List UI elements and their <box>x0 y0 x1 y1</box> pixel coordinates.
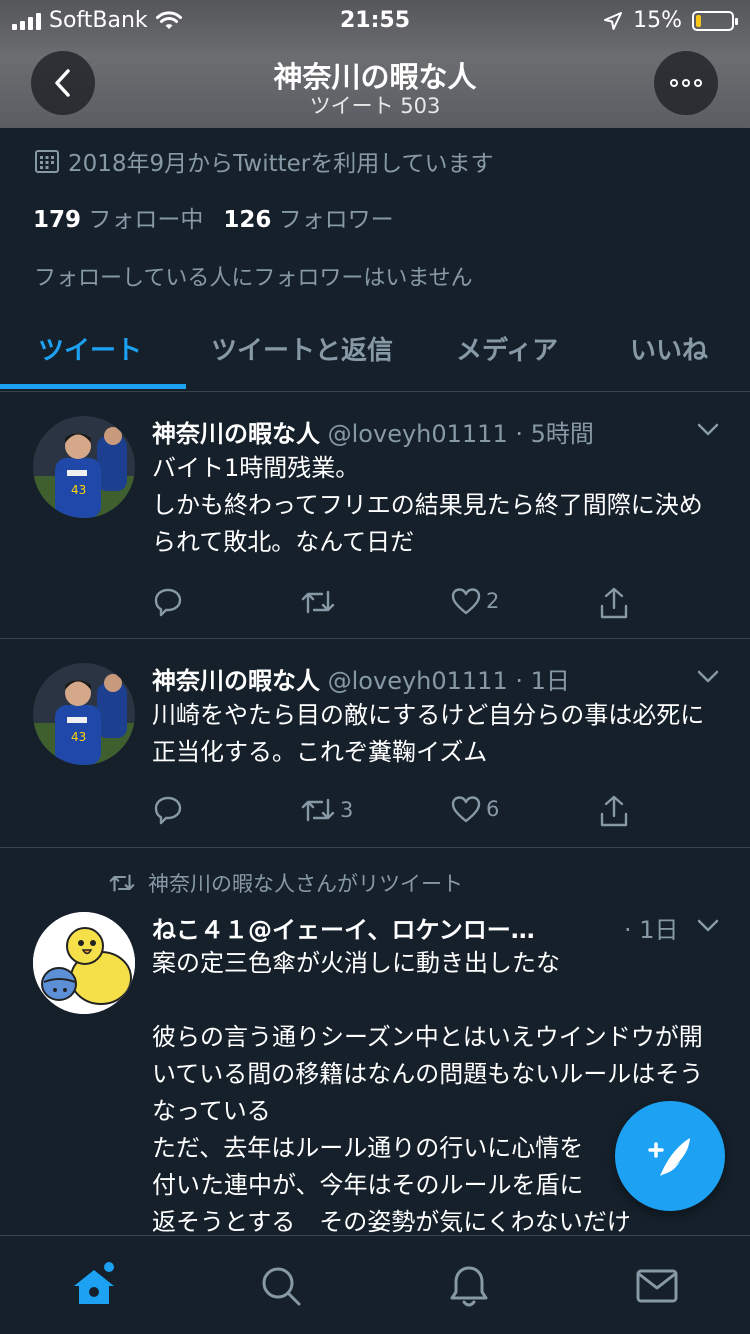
duck-avatar <box>33 912 135 1014</box>
battery-icon <box>692 10 738 31</box>
active-tab-indicator <box>0 384 186 389</box>
retweet-icon <box>109 874 135 892</box>
tweet-author-line: ねこ４１@イェーイ、ロケンロー… <box>152 910 535 945</box>
compose-tweet-icon <box>648 1138 690 1176</box>
status-right-group: 15% <box>603 8 738 33</box>
followers-link[interactable]: 126 フォロワー <box>223 200 393 234</box>
more-dots-icon <box>670 79 702 87</box>
author-handle-time: @loveyh01111 · 5時間 <box>327 420 594 448</box>
following-count: 179 <box>33 207 82 233</box>
notifications-bell-icon <box>450 1266 488 1307</box>
avatar[interactable] <box>33 912 135 1014</box>
search-icon <box>262 1267 301 1306</box>
nav-messages[interactable] <box>633 1262 681 1310</box>
tweet-time: · 1日 <box>624 916 679 944</box>
share-button[interactable] <box>598 794 630 828</box>
tweet-author-line: 神奈川の暇な人 @loveyh01111 · 1日 <box>152 661 570 696</box>
battery-level <box>696 14 701 27</box>
tab-tweets[interactable]: ツイート <box>38 330 142 367</box>
retweeted-by-label[interactable]: 神奈川の暇な人さんがリツイート <box>148 868 463 898</box>
following-label: フォロー中 <box>88 207 204 233</box>
joined-label: 2018年9月からTwitterを利用しています <box>68 151 494 177</box>
tweet-author-line: 神奈川の暇な人 @loveyh01111 · 5時間 <box>152 414 594 449</box>
tweet-card[interactable]: 43 神奈川の暇な人 @loveyh01111 · 1日 川崎をやたら目の敵にす… <box>0 639 750 848</box>
like-button[interactable]: 6 <box>450 794 499 824</box>
profile-header: SoftBank 21:55 15% 神奈川の暇な人 ツイート 503 <box>0 0 750 128</box>
retweet-icon <box>301 798 335 822</box>
reply-icon <box>154 796 182 825</box>
tab-media[interactable]: メディア <box>456 330 558 367</box>
no-mutual-followers-note: フォローしている人にフォロワーはいません <box>34 266 473 291</box>
nav-search[interactable] <box>257 1262 305 1310</box>
author-name[interactable]: ねこ４１@イェーイ、ロケンロー… <box>152 916 535 944</box>
header-tweet-count: ツイート 503 <box>309 94 441 118</box>
chevron-down-icon[interactable] <box>696 918 720 934</box>
joined-date: 2018年9月からTwitterを利用しています <box>34 144 494 178</box>
like-count: 2 <box>486 589 500 613</box>
heart-icon <box>451 588 481 615</box>
share-icon <box>600 795 628 827</box>
retweet-icon <box>301 590 335 614</box>
messages-envelope-icon <box>636 1269 678 1303</box>
reply-button[interactable] <box>152 794 184 826</box>
status-bar: SoftBank 21:55 15% <box>0 0 750 40</box>
like-count: 6 <box>486 797 500 821</box>
follow-stats: 179 フォロー中 126 フォロワー <box>33 200 394 234</box>
tweet-actions: 2 <box>152 586 642 620</box>
profile-tabs: ツイート ツイートと返信 メディア いいね <box>0 312 750 392</box>
bottom-tab-bar <box>0 1235 750 1334</box>
chevron-down-icon[interactable] <box>696 669 720 685</box>
player-photo-avatar: 43 <box>33 663 135 765</box>
tweet-text: 川崎をやたら目の敵にするけど自分らの事は必死に正当化する。これぞ糞鞠イズム <box>152 701 705 766</box>
compose-tweet-button[interactable] <box>615 1101 725 1211</box>
retweet-button[interactable] <box>300 586 340 618</box>
retweet-count: 3 <box>340 798 354 822</box>
reply-button[interactable] <box>152 586 184 618</box>
tab-tweets-and-replies[interactable]: ツイートと返信 <box>211 330 393 367</box>
tweet-actions: 3 6 <box>152 794 642 828</box>
author-name[interactable]: 神奈川の暇な人 <box>152 420 320 448</box>
like-button[interactable]: 2 <box>450 586 499 616</box>
followers-count: 126 <box>223 207 272 233</box>
tweet-time-line: · 1日 <box>624 910 679 945</box>
heart-icon <box>451 796 481 823</box>
location-arrow-icon <box>604 11 623 30</box>
tweet-card[interactable]: 43 神奈川の暇な人 @loveyh01111 · 5時間 バイト1時間残業。 … <box>0 392 750 639</box>
share-button[interactable] <box>598 586 630 620</box>
battery-percent: 15% <box>633 8 682 33</box>
retweet-button[interactable]: 3 <box>300 794 353 826</box>
nav-notifications[interactable] <box>445 1262 493 1310</box>
nav-home[interactable] <box>70 1262 118 1310</box>
author-name[interactable]: 神奈川の暇な人 <box>152 667 320 695</box>
author-handle-time: @loveyh01111 · 1日 <box>327 667 570 695</box>
following-link[interactable]: 179 フォロー中 <box>33 200 203 234</box>
avatar[interactable]: 43 <box>33 663 135 765</box>
svg-text:43: 43 <box>71 483 86 497</box>
player-photo-avatar: 43 <box>33 416 135 518</box>
tweet-text: バイト1時間残業。 しかも終わってフリエの結果見たら終了間際に決められて敗北。な… <box>152 454 703 556</box>
home-icon <box>74 1262 114 1304</box>
retweeted-by-line: 神奈川の暇な人さんがリツイート <box>108 868 463 898</box>
more-button[interactable] <box>654 51 718 115</box>
svg-text:43: 43 <box>71 730 86 744</box>
share-icon <box>600 587 628 619</box>
reply-icon <box>154 588 182 617</box>
followers-label: フォロワー <box>278 207 394 233</box>
avatar[interactable]: 43 <box>33 416 135 518</box>
calendar-icon <box>35 150 59 173</box>
tab-likes[interactable]: いいね <box>630 330 708 367</box>
chevron-down-icon[interactable] <box>696 422 720 438</box>
